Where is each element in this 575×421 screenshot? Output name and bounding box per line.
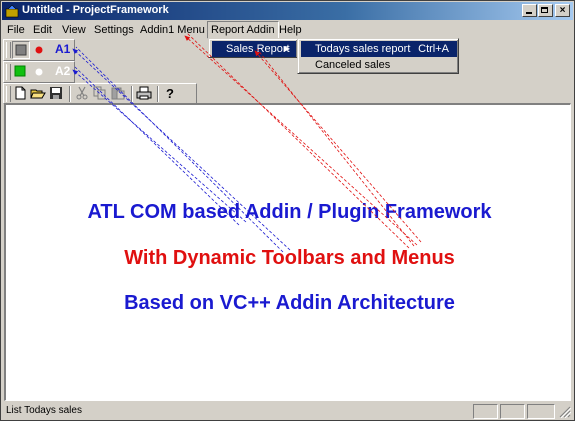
toolbar-a1-label: A1 [55, 42, 71, 56]
headline-architecture: Based on VC++ Addin Architecture [124, 292, 455, 314]
close-icon: × [559, 5, 566, 16]
toolbar-grip[interactable] [6, 86, 11, 102]
a1-record-button[interactable] [31, 41, 49, 59]
stop-icon [15, 44, 27, 56]
menu-settings[interactable]: Settings [94, 23, 134, 37]
menu-bar: File Edit View Settings Addin1 Menu Repo… [2, 21, 573, 39]
status-pane-scrl [527, 404, 555, 419]
help-icon: ? [166, 86, 174, 101]
toolbar-separator [69, 86, 71, 102]
toolbar-a2: A2 [3, 61, 75, 83]
cut-button[interactable] [74, 85, 92, 103]
toolbar-a1: A1 [3, 39, 75, 61]
a2-white-button[interactable] [31, 63, 49, 81]
close-button[interactable]: × [555, 4, 570, 17]
status-pane-num [500, 404, 525, 419]
sales-report-submenu: Todays sales report Ctrl+A Canceled sale… [297, 38, 459, 74]
toolbar-a2-label: A2 [55, 64, 71, 78]
app-icon [5, 4, 19, 18]
new-button[interactable] [12, 85, 30, 103]
svg-text:?: ? [166, 86, 174, 101]
paste-icon [111, 87, 125, 100]
submenu-arrow-icon: ▶ [283, 44, 290, 53]
new-file-icon [15, 86, 26, 100]
cut-icon [76, 86, 88, 100]
canceled-sales-label: Canceled sales [315, 59, 391, 71]
menu-addin1[interactable]: Addin1 Menu [140, 23, 205, 37]
window-title: Untitled - ProjectFramework [22, 4, 169, 16]
print-icon [136, 86, 152, 100]
a2-green-button[interactable] [12, 63, 30, 81]
headline-toolbars-menus: With Dynamic Toolbars and Menus [124, 247, 455, 269]
white-circle-icon [35, 68, 43, 76]
copy-button[interactable] [92, 85, 110, 103]
menu-file[interactable]: File [7, 23, 25, 37]
status-pane-cap [473, 404, 498, 419]
toolbar-separator [131, 86, 133, 102]
maximize-icon [541, 7, 548, 13]
menu-edit[interactable]: Edit [33, 23, 52, 37]
maximize-button[interactable] [538, 4, 553, 17]
open-folder-icon [30, 89, 46, 99]
menu-todays-sales-report[interactable]: Todays sales report Ctrl+A [301, 41, 457, 57]
print-button[interactable] [136, 85, 154, 103]
headline-framework: ATL COM based Addin / Plugin Framework [87, 201, 492, 223]
resize-grip-icon[interactable] [559, 406, 571, 418]
status-text: List Todays sales [6, 405, 82, 416]
record-icon [35, 46, 43, 54]
save-icon [50, 87, 62, 99]
minimize-button[interactable] [522, 4, 537, 17]
menu-canceled-sales[interactable]: Canceled sales [301, 57, 457, 73]
status-bar: List Todays sales [2, 402, 573, 420]
toolbar-separator [157, 86, 159, 102]
copy-icon [93, 86, 106, 100]
menu-view[interactable]: View [62, 23, 86, 37]
application-window: Untitled - ProjectFramework × File Edit … [0, 0, 575, 421]
minimize-icon [526, 12, 532, 14]
green-square-icon [14, 65, 26, 77]
toolbar-grip[interactable] [6, 42, 11, 58]
standard-toolbar: ? [3, 83, 197, 104]
save-button[interactable] [48, 85, 66, 103]
a1-stop-button[interactable] [12, 41, 30, 59]
help-button[interactable]: ? [162, 85, 180, 103]
toolbar-grip[interactable] [6, 64, 11, 80]
todays-sales-label: Todays sales report [315, 43, 411, 55]
menu-sales-report[interactable]: Sales Report ▶ [212, 41, 296, 57]
report-addin-menu: Sales Report ▶ [208, 38, 298, 58]
todays-sales-shortcut: Ctrl+A [418, 43, 449, 55]
document-view[interactable]: ATL COM based Addin / Plugin Framework W… [4, 103, 571, 401]
open-button[interactable] [30, 85, 48, 103]
title-bar[interactable]: Untitled - ProjectFramework × [2, 2, 573, 20]
sales-report-label: Sales Report [226, 43, 290, 55]
menu-help[interactable]: Help [279, 23, 302, 37]
paste-button[interactable] [110, 85, 128, 103]
menu-report-addin[interactable]: Report Addin [207, 21, 279, 39]
